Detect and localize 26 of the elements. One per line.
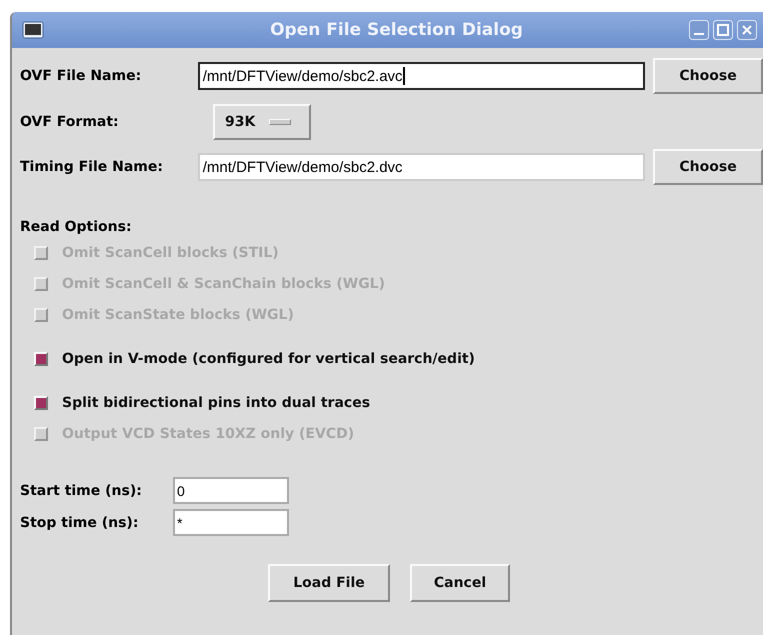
- file-name-field[interactable]: /mnt/DFTView/demo/sbc2.avc: [198, 62, 646, 90]
- option-label: Split bidirectional pins into dual traces: [62, 394, 370, 410]
- checkbox[interactable]: [34, 352, 48, 366]
- field-value: /mnt/DFTView/demo/sbc2.avc: [202, 68, 403, 84]
- field-label: Timing File Name:: [20, 159, 164, 175]
- choose-button[interactable]: Choose: [653, 149, 763, 185]
- dialog-button[interactable]: Load File: [268, 564, 390, 602]
- field-value: /mnt/DFTView/demo/sbc2.dvc: [202, 158, 403, 176]
- checkbox[interactable]: [34, 396, 48, 410]
- field-label: OVF File Name:: [20, 68, 142, 84]
- field-label: Stop time (ns):: [20, 514, 140, 530]
- section-heading: Read Options:: [20, 219, 133, 235]
- format-dropdown[interactable]: 93K: [213, 104, 311, 140]
- close-icon[interactable]: [737, 20, 757, 40]
- time-field[interactable]: 0: [173, 477, 289, 504]
- field-label: Start time (ns):: [20, 482, 143, 498]
- window-icon: [22, 21, 44, 39]
- dialog-button[interactable]: Cancel: [410, 564, 510, 602]
- minimize-icon[interactable]: [689, 20, 709, 40]
- time-field[interactable]: *: [173, 509, 289, 536]
- option-label: Open in V-mode (configured for vertical search/edit): [62, 350, 475, 366]
- file-name-field[interactable]: /mnt/DFTView/demo/sbc2.dvc: [198, 153, 646, 181]
- field-label: OVF Format:: [20, 114, 120, 130]
- window-title: Open File Selection Dialog: [269, 20, 524, 40]
- maximize-icon[interactable]: [713, 20, 733, 40]
- choose-button[interactable]: Choose: [653, 58, 763, 94]
